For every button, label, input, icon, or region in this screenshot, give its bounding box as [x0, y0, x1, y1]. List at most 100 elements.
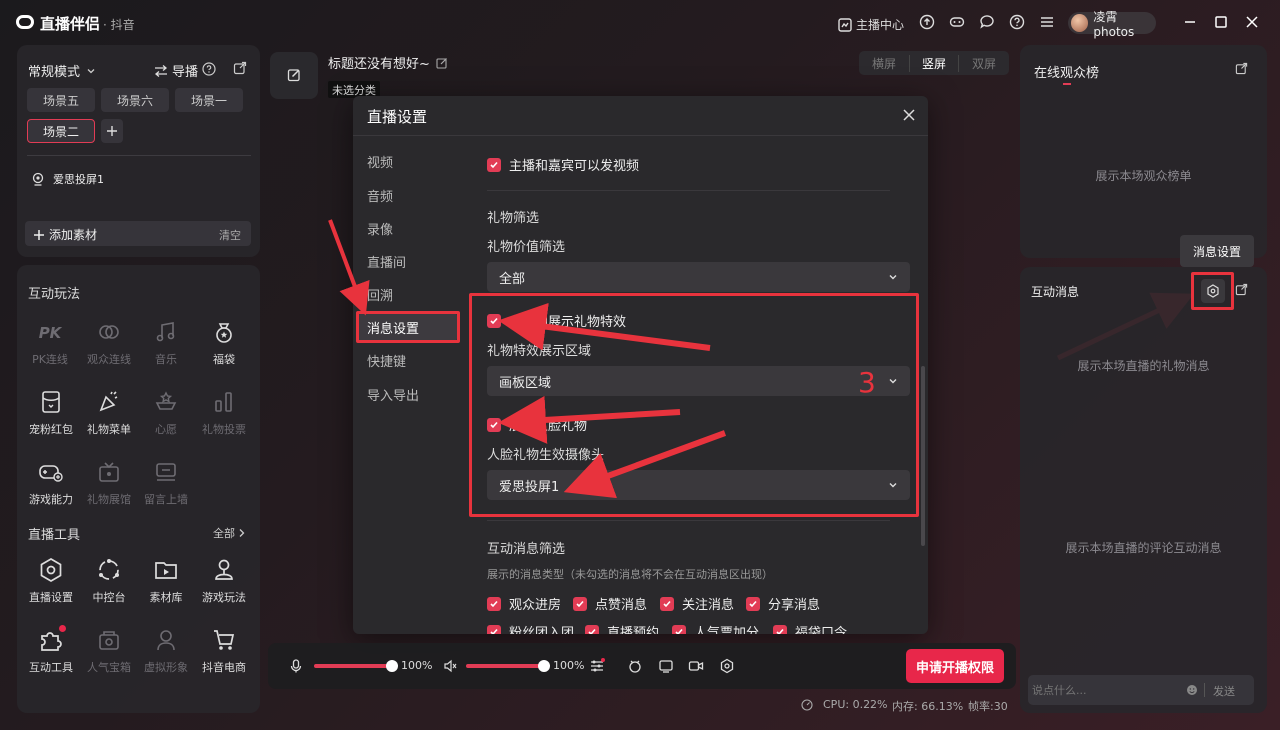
- maximize-icon[interactable]: [1213, 14, 1229, 30]
- live-settings-tool[interactable]: 直播设置: [21, 557, 81, 605]
- mic-volume-slider[interactable]: [314, 664, 392, 668]
- menu-icon[interactable]: [1039, 14, 1055, 30]
- apply-live-permission-button[interactable]: 申请开播权限: [906, 649, 1004, 683]
- add-scene-button[interactable]: [101, 119, 123, 143]
- control-panel-tool[interactable]: 中控台: [79, 557, 139, 605]
- mode-dropdown[interactable]: 常规模式: [28, 61, 96, 80]
- material-library-tool[interactable]: 素材库: [136, 557, 196, 605]
- speaker-icon[interactable]: [443, 659, 457, 673]
- control-panel-icon: [96, 557, 122, 583]
- msg-type-checkbox[interactable]: 直播预约: [585, 622, 659, 634]
- help-icon[interactable]: [202, 62, 216, 76]
- game-play-tool[interactable]: 游戏玩法: [194, 557, 254, 605]
- divider: [353, 135, 928, 136]
- speaker-volume-slider[interactable]: [466, 664, 544, 668]
- orientation-landscape[interactable]: 横屏: [859, 55, 909, 72]
- tools-all-link[interactable]: 全部: [213, 525, 246, 541]
- gift-vote-tool[interactable]: 礼物投票: [194, 389, 254, 437]
- lucky-bag-tool[interactable]: 福袋: [194, 319, 254, 367]
- pk-link-tool[interactable]: PK PK连线: [20, 319, 80, 367]
- send-button[interactable]: 发送: [1213, 683, 1235, 699]
- game-ability-tool[interactable]: 游戏能力: [21, 459, 81, 507]
- msg-type-checkbox[interactable]: 人气票加分: [672, 622, 759, 634]
- nav-audio[interactable]: 音频: [367, 186, 393, 205]
- ecommerce-tool[interactable]: 抖音电商: [194, 627, 254, 675]
- memory-usage: 内存: 66.13%: [892, 700, 964, 713]
- camera-icon[interactable]: [688, 658, 704, 674]
- clear-button[interactable]: 清空: [219, 227, 241, 243]
- mode-label: 常规模式: [28, 65, 81, 80]
- audience-link-tool[interactable]: 观众连线: [79, 319, 139, 367]
- source-item[interactable]: 爱思投屏1: [31, 171, 104, 187]
- settings-icon[interactable]: [719, 658, 735, 674]
- help-icon[interactable]: [1009, 14, 1025, 30]
- orientation-dual[interactable]: 双屏: [959, 55, 1009, 72]
- nav-shortcuts[interactable]: 快捷键: [367, 351, 406, 370]
- upload-icon[interactable]: [919, 14, 935, 30]
- nav-recording[interactable]: 录像: [367, 219, 393, 238]
- add-material-button[interactable]: 添加素材: [33, 226, 97, 243]
- msg-type-checkbox[interactable]: 关注消息: [660, 594, 734, 613]
- nav-video[interactable]: 视频: [367, 152, 393, 171]
- scene-button[interactable]: 场景一: [175, 88, 243, 112]
- nav-replay[interactable]: 回溯: [367, 285, 393, 304]
- performance-icon[interactable]: [801, 699, 813, 711]
- checkbox-checked-icon: [660, 596, 674, 611]
- mixer-icon[interactable]: [589, 658, 605, 674]
- interactive-filter-desc: 展示的消息类型（未勾选的消息将不会在互动消息区出现）: [487, 568, 773, 581]
- message-settings-button[interactable]: [1201, 279, 1225, 303]
- popout-icon[interactable]: [233, 61, 247, 75]
- popout-icon[interactable]: [1235, 62, 1248, 75]
- divider: [487, 520, 890, 521]
- nav-live-room[interactable]: 直播间: [367, 252, 406, 271]
- tool-label: 心愿: [155, 423, 177, 436]
- microphone-icon[interactable]: [290, 659, 302, 673]
- msg-type-checkbox[interactable]: 福袋口令: [773, 622, 847, 634]
- gift-hall-tool[interactable]: 礼物展馆: [79, 459, 139, 507]
- msg-type-checkbox[interactable]: 点赞消息: [573, 594, 647, 613]
- anchor-center-button[interactable]: 主播中心: [838, 16, 904, 33]
- scene-button[interactable]: 场景六: [101, 88, 169, 112]
- minimize-icon[interactable]: [1182, 14, 1198, 30]
- message-wall-tool[interactable]: 留言上墙: [136, 459, 196, 507]
- orientation-portrait[interactable]: 竖屏: [909, 54, 959, 72]
- wish-tool[interactable]: 心愿: [136, 389, 196, 437]
- scene-button-active[interactable]: 场景二: [27, 119, 95, 143]
- material-library-icon: [153, 557, 179, 583]
- gamepad-icon[interactable]: [949, 14, 965, 30]
- mic-volume-knob[interactable]: [386, 660, 398, 672]
- scene-button[interactable]: 场景五: [27, 88, 95, 112]
- mic-volume-value: 100%: [401, 659, 433, 672]
- screen-mirror-icon[interactable]: [658, 658, 674, 674]
- speaker-volume-knob[interactable]: [538, 660, 550, 672]
- stream-title[interactable]: 标题还没有想好~: [328, 53, 448, 72]
- popout-icon[interactable]: [1235, 283, 1248, 296]
- popularity-box-tool[interactable]: 人气宝箱: [79, 627, 139, 675]
- plus-icon: [34, 229, 44, 240]
- interactive-tools-tool[interactable]: 互动工具: [21, 625, 81, 675]
- nav-import-export[interactable]: 导入导出: [367, 385, 419, 404]
- gift-menu-tool[interactable]: 礼物菜单: [79, 389, 139, 437]
- emoji-icon[interactable]: [1186, 684, 1198, 696]
- chat-bubble-icon[interactable]: [979, 14, 995, 30]
- director-button[interactable]: 导播: [154, 61, 198, 80]
- message-settings-tooltip: 消息设置: [1180, 235, 1254, 267]
- cover-edit-button[interactable]: [270, 52, 318, 99]
- app-platform: · 抖音: [103, 18, 135, 32]
- avatar-figure-tool[interactable]: 虚拟形象: [136, 627, 196, 675]
- comment-input[interactable]: [1032, 680, 1182, 700]
- msg-type-checkbox[interactable]: 粉丝团入团: [487, 622, 574, 634]
- close-icon[interactable]: [1244, 14, 1260, 30]
- msg-type-checkbox[interactable]: 观众进房: [487, 594, 561, 613]
- checkbox-checked-icon: [487, 157, 501, 172]
- video-guest-checkbox[interactable]: 主播和嘉宾可以发视频: [487, 155, 639, 174]
- red-packet-tool[interactable]: 宠粉红包: [21, 389, 81, 437]
- msg-type-checkbox[interactable]: 分享消息: [746, 594, 820, 613]
- gift-value-label: 礼物价值筛选: [487, 240, 566, 255]
- user-profile[interactable]: 凌霄photos: [1068, 10, 1156, 39]
- close-icon[interactable]: [901, 107, 917, 123]
- music-tool[interactable]: 音乐: [136, 319, 196, 367]
- scrollbar-thumb[interactable]: [921, 366, 925, 546]
- gift-value-select[interactable]: 全部: [487, 262, 910, 292]
- beauty-icon[interactable]: [627, 658, 643, 674]
